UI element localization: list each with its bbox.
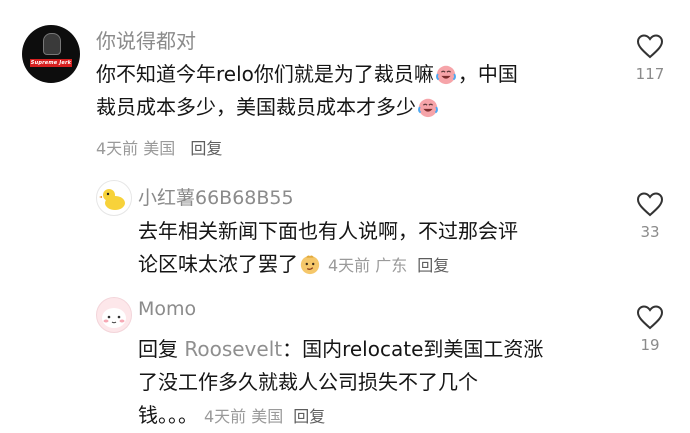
like-button[interactable]: 33 (630, 191, 670, 241)
comment-text-line1: 你不知道今年relo你们就是为了裁员嘛 (96, 62, 434, 86)
like-count: 19 (640, 336, 660, 354)
like-count: 33 (640, 223, 660, 241)
comment-text-line3: 钱。。。 (138, 403, 198, 427)
like-button[interactable]: 117 (630, 33, 670, 83)
comment-text: 你不知道今年relo你们就是为了裁员嘛 ，中国 裁员成本多少，美国裁员成本才多少 (96, 58, 518, 124)
reply-button[interactable]: 回复 (293, 407, 325, 426)
comment-text: 回复 Roosevelt：国内relocate到美国工资涨 了没工作多久就裁人公… (138, 333, 543, 433)
comment-meta: 4天前 美国 回复 (96, 135, 222, 159)
reply-prefix: 回复 (138, 337, 178, 361)
username[interactable]: 你说得都对 (96, 25, 196, 54)
reply-to-username[interactable]: Roosevelt (184, 337, 282, 361)
comment-text-line1: 去年相关新闻下面也有人说啊，不过那会评 (138, 219, 518, 243)
avatar[interactable]: Supreme Jerk (22, 25, 80, 83)
comment-time: 4天前 (328, 256, 371, 275)
comment-location: 美国 (251, 407, 284, 426)
avatar-logo-text: Supreme Jerk (30, 59, 72, 67)
comment-time: 4天前 (204, 407, 247, 426)
comment-meta: 4天前 广东 回复 (328, 256, 449, 275)
comment-text-line2: 了没工作多久就裁人公司损失不了几个 (138, 370, 478, 394)
avatar-figure (43, 33, 61, 55)
username[interactable]: 小红薯66B68B55 (138, 183, 294, 210)
avatar[interactable] (96, 297, 132, 333)
reply-button[interactable]: 回复 (190, 139, 222, 158)
comment-text-line2: 裁员成本多少，美国裁员成本才多少 (96, 95, 416, 119)
comment-text: 去年相关新闻下面也有人说啊，不过那会评 论区味太浓了罢了 4天前 广东 回复 (138, 215, 518, 282)
comment-text-line1: ：国内relocate到美国工资涨 (282, 337, 544, 361)
comment-text-line1-end: ，中国 (457, 62, 518, 86)
avatar[interactable] (96, 180, 132, 216)
heart-outline-icon (636, 192, 664, 217)
comment-location: 广东 (375, 256, 408, 275)
comment-meta: 4天前 美国 回复 (204, 407, 325, 426)
like-count: 117 (635, 65, 665, 83)
heart-outline-icon (636, 34, 664, 59)
bunny-avatar-icon (102, 308, 126, 328)
duck-avatar-icon (99, 189, 125, 210)
comment-time: 4天前 (96, 139, 139, 158)
laugh-cry-emoji-icon (435, 65, 456, 85)
comment-text-line2: 论区味太浓了罢了 (138, 252, 298, 276)
like-button[interactable]: 19 (630, 304, 670, 354)
laugh-cry-emoji-icon (418, 98, 438, 118)
smirk-emoji-icon (300, 255, 320, 275)
reply-button[interactable]: 回复 (417, 256, 449, 275)
heart-outline-icon (636, 305, 664, 330)
username[interactable]: Momo (138, 298, 196, 320)
comment-location: 美国 (143, 139, 176, 158)
